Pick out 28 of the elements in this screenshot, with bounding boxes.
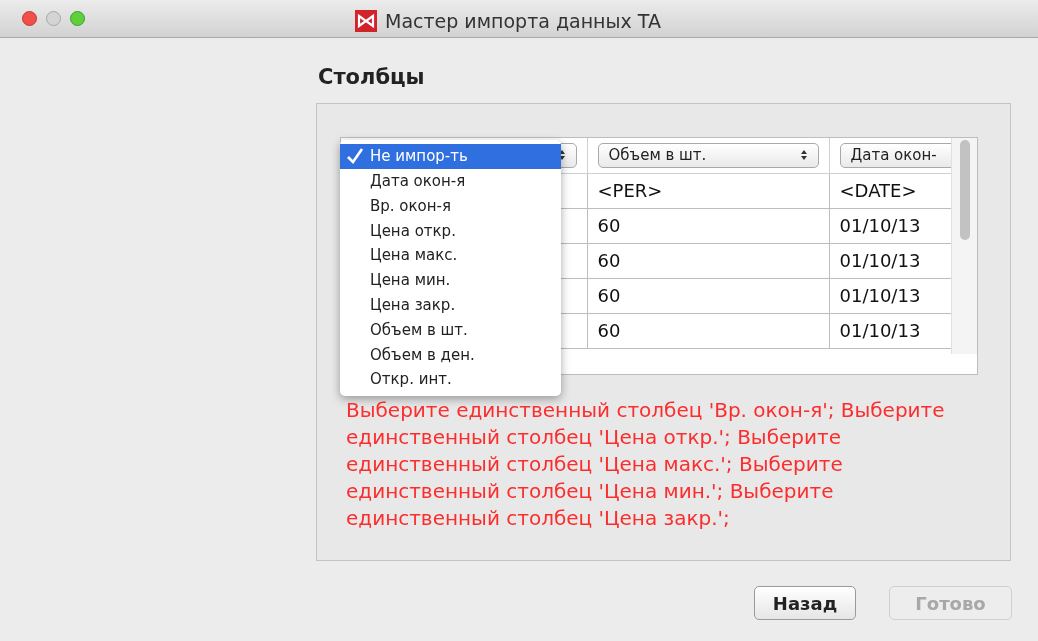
app-logo-icon [355, 10, 377, 33]
menu-item[interactable]: Дата окон-я [340, 168, 561, 194]
table-cell: 60 [587, 243, 829, 278]
table-cell: <PER> [587, 173, 829, 208]
menu-item[interactable]: Цена закр. [340, 292, 561, 318]
window-title: Мастер импорта данных TA [385, 9, 661, 34]
minimize-button[interactable] [46, 11, 61, 26]
menu-item[interactable]: Цена откр. [340, 218, 561, 244]
updown-arrows-icon [799, 149, 808, 162]
close-button[interactable] [22, 11, 37, 26]
checkmark-icon [346, 147, 364, 166]
table-cell: 60 [587, 208, 829, 243]
section-heading: Столбцы [318, 64, 425, 91]
column-type-popup[interactable]: Дата окон- [839, 142, 951, 168]
menu-item[interactable]: Объем в ден. [340, 342, 561, 368]
error-message: Выберите единственный столбец 'Вр. окон-я'; Выберите единственный столбец 'Цена откр.'; Выберите единственный столбец 'Цена макс.'; Выберите единственный столбец 'Цена мин.'; Выберите единственный столбец 'Цена закр.'; [346, 397, 946, 532]
back-button[interactable]: Назад [754, 586, 856, 620]
menu-item[interactable]: Вр. окон-я [340, 193, 561, 219]
menu-item[interactable]: Цена мин. [340, 268, 561, 293]
column-type-popup[interactable]: Объем в шт. [597, 142, 819, 168]
scrollbar-thumb[interactable] [959, 140, 970, 240]
table-cell: 60 [587, 278, 829, 313]
menu-item[interactable]: Объем в шт. [340, 317, 561, 343]
menu-item[interactable]: Цена макс. [340, 243, 561, 268]
zoom-button[interactable] [70, 11, 85, 26]
menu-item[interactable]: Не импор-ть [340, 144, 561, 169]
table-cell: 60 [587, 313, 829, 348]
menu-item[interactable]: Откр. инт. [340, 367, 561, 392]
